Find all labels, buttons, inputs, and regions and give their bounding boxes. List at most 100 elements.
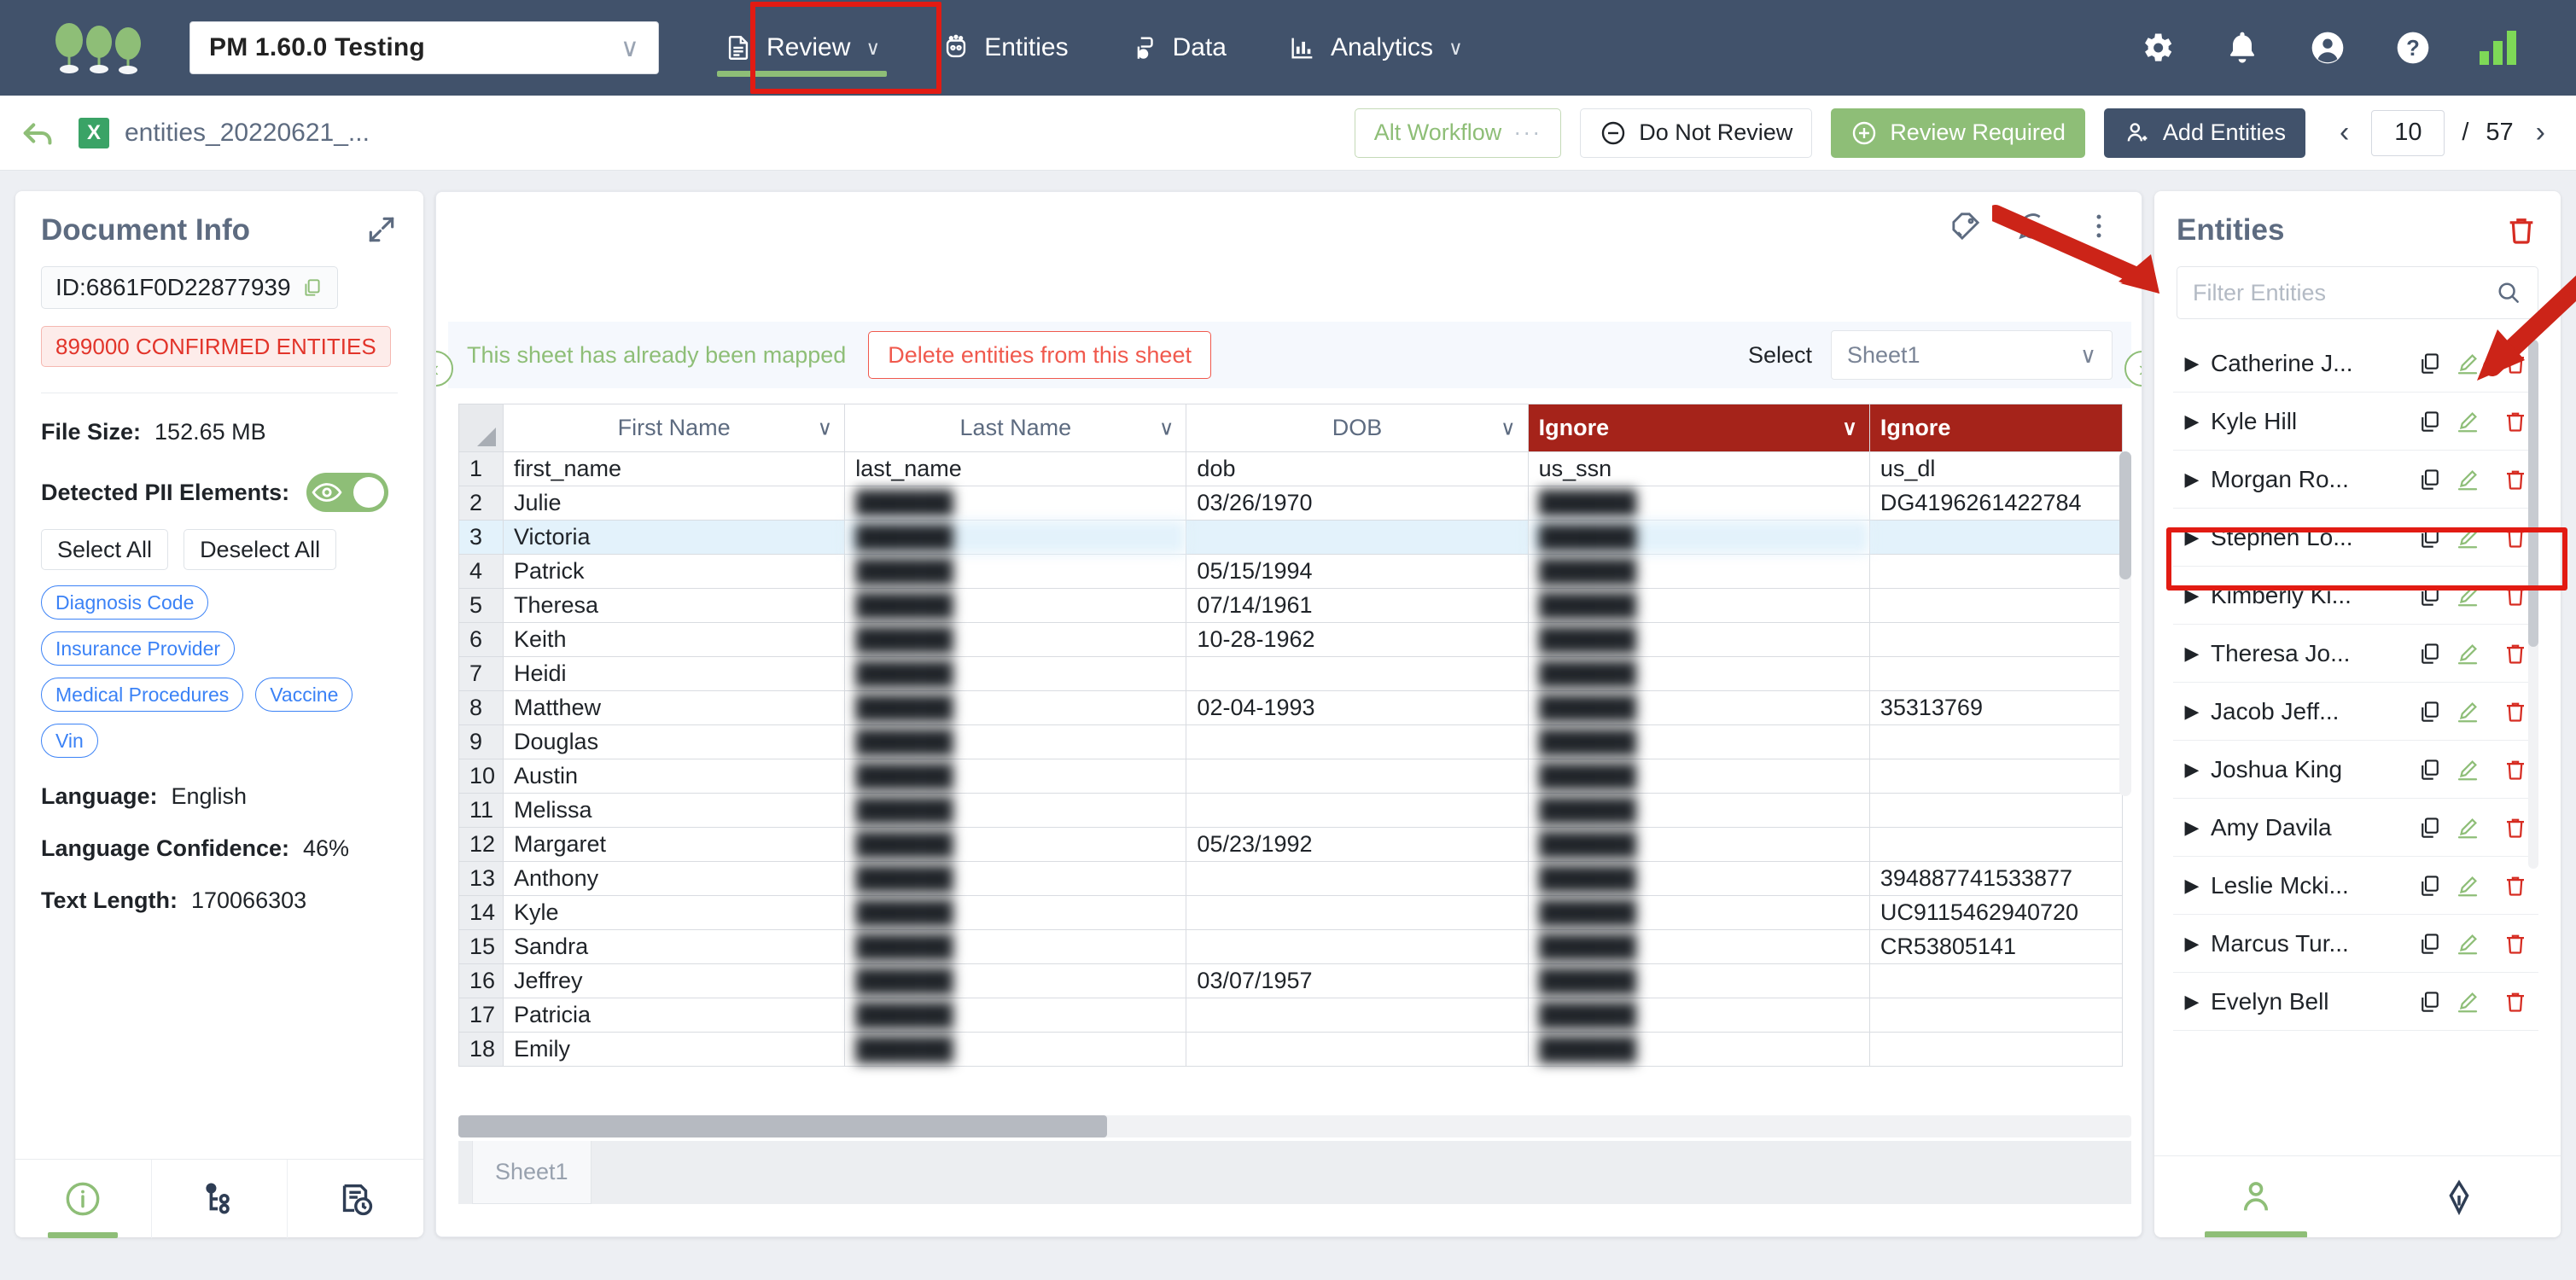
review-required-button[interactable]: Review Required — [1831, 108, 2085, 158]
sheet-tab-sheet1[interactable]: Sheet1 — [472, 1141, 592, 1204]
delete-entity-icon[interactable] — [2503, 757, 2528, 783]
entity-row[interactable]: ▶Stephen Lo... — [2173, 509, 2538, 567]
pii-tag[interactable]: Vin — [41, 724, 98, 758]
entity-row[interactable]: ▶Joshua King — [2173, 741, 2538, 799]
cell-first-name[interactable]: Austin — [504, 759, 845, 794]
delete-entity-icon[interactable] — [2503, 525, 2528, 550]
edit-pencil-icon[interactable] — [2455, 989, 2480, 1015]
cell-first-name[interactable]: first_name — [504, 452, 845, 486]
edit-pencil-icon[interactable] — [2455, 699, 2480, 724]
table-row[interactable]: 6Keith██████10-28-1962██████ — [459, 623, 2123, 657]
cell-dl[interactable] — [1869, 794, 2122, 828]
cell-first-name[interactable]: Anthony — [504, 862, 845, 896]
table-row[interactable]: 5Theresa██████07/14/1961██████ — [459, 589, 2123, 623]
cell-dob[interactable]: 03/26/1970 — [1186, 486, 1528, 521]
nav-item-data[interactable]: Data — [1099, 0, 1257, 96]
edit-pencil-icon[interactable] — [2455, 583, 2480, 608]
cell-last-name[interactable]: ██████ — [845, 862, 1186, 896]
spreadsheet-grid[interactable]: First Name ∨ Last Name ∨ DOB ∨ Ignore — [458, 404, 2131, 796]
scrollbar-thumb[interactable] — [458, 1115, 1107, 1137]
delete-all-entities-icon[interactable] — [2504, 213, 2538, 247]
row-index-cell[interactable]: 15 — [459, 930, 504, 964]
cell-dl[interactable]: 394887741533877 — [1869, 862, 2122, 896]
cell-dob[interactable] — [1186, 930, 1528, 964]
cell-ssn[interactable]: ██████ — [1528, 964, 1869, 998]
cell-dl[interactable] — [1869, 998, 2122, 1033]
cell-dl[interactable] — [1869, 964, 2122, 998]
expand-caret-icon[interactable]: ▶ — [2173, 759, 2211, 781]
delete-entity-icon[interactable] — [2503, 641, 2528, 666]
pii-tag[interactable]: Medical Procedures — [41, 678, 243, 712]
delete-entity-icon[interactable] — [2503, 931, 2528, 957]
entities-list[interactable]: ▶Catherine J...▶Kyle Hill▶Morgan Ro...▶S… — [2173, 335, 2538, 1155]
copy-icon[interactable] — [2417, 467, 2443, 492]
table-row[interactable]: 7Heidi████████████ — [459, 657, 2123, 691]
cell-dl[interactable] — [1869, 589, 2122, 623]
cell-last-name[interactable]: ██████ — [845, 896, 1186, 930]
row-index-cell[interactable]: 10 — [459, 759, 504, 794]
cell-dob[interactable]: 03/07/1957 — [1186, 964, 1528, 998]
cell-ssn[interactable]: ██████ — [1528, 657, 1869, 691]
cell-first-name[interactable]: Patricia — [504, 998, 845, 1033]
cell-first-name[interactable]: Margaret — [504, 828, 845, 862]
expand-caret-icon[interactable]: ▶ — [2173, 817, 2211, 839]
app-logo[interactable] — [48, 18, 150, 78]
edit-pencil-icon[interactable] — [2455, 467, 2480, 492]
horizontal-scrollbar[interactable] — [458, 1115, 2131, 1137]
cell-first-name[interactable]: Melissa — [504, 794, 845, 828]
entities-scrollbar[interactable] — [2528, 340, 2538, 869]
cell-dob[interactable]: 05/23/1992 — [1186, 828, 1528, 862]
row-index-cell[interactable]: 16 — [459, 964, 504, 998]
vertical-scrollbar[interactable] — [2119, 451, 2131, 796]
cell-dob[interactable]: 07/14/1961 — [1186, 589, 1528, 623]
cell-dl[interactable] — [1869, 759, 2122, 794]
cell-last-name[interactable]: ██████ — [845, 1033, 1186, 1067]
cell-first-name[interactable]: Patrick — [504, 555, 845, 589]
column-header-ignore-dl[interactable]: Ignore — [1869, 404, 2122, 452]
cell-ssn[interactable]: ██████ — [1528, 555, 1869, 589]
chevron-down-icon[interactable]: ∨ — [818, 416, 833, 440]
cell-last-name[interactable]: ██████ — [845, 964, 1186, 998]
chevron-down-icon[interactable]: ∨ — [1159, 416, 1174, 440]
cell-dob[interactable] — [1186, 657, 1528, 691]
gear-icon[interactable] — [2138, 29, 2176, 67]
pii-tag[interactable]: Vaccine — [255, 678, 353, 712]
cell-ssn[interactable]: ██████ — [1528, 725, 1869, 759]
row-index-cell[interactable]: 2 — [459, 486, 504, 521]
expand-caret-icon[interactable]: ▶ — [2173, 701, 2211, 723]
delete-entity-icon[interactable] — [2503, 583, 2528, 608]
table-row[interactable]: 18Emily████████████ — [459, 1033, 2123, 1067]
chevron-down-icon[interactable]: ∨ — [1842, 416, 1857, 440]
cell-dob[interactable]: 10-28-1962 — [1186, 623, 1528, 657]
entity-row[interactable]: ▶Amy Davila — [2173, 799, 2538, 857]
expand-caret-icon[interactable]: ▶ — [2173, 585, 2211, 607]
column-header-first-name[interactable]: First Name ∨ — [504, 404, 845, 452]
entity-row[interactable]: ▶Theresa Jo... — [2173, 625, 2538, 683]
cell-first-name[interactable]: Theresa — [504, 589, 845, 623]
edit-pencil-icon[interactable] — [2455, 815, 2480, 841]
pii-visibility-toggle[interactable] — [306, 473, 388, 512]
cell-dl[interactable]: us_dl — [1869, 452, 2122, 486]
copy-icon[interactable] — [301, 276, 323, 299]
delete-entity-icon[interactable] — [2503, 989, 2528, 1015]
cell-ssn[interactable]: ██████ — [1528, 486, 1869, 521]
cell-dob[interactable] — [1186, 759, 1528, 794]
table-row[interactable]: 17Patricia████████████ — [459, 998, 2123, 1033]
alt-workflow-button[interactable]: Alt Workflow ··· — [1355, 108, 1562, 158]
delete-entity-icon[interactable] — [2503, 467, 2528, 492]
pii-tag[interactable]: Insurance Provider — [41, 631, 235, 666]
table-row[interactable]: 10Austin████████████ — [459, 759, 2123, 794]
cell-first-name[interactable]: Matthew — [504, 691, 845, 725]
sidebar-tab-history[interactable] — [288, 1160, 423, 1238]
expand-caret-icon[interactable]: ▶ — [2173, 468, 2211, 491]
back-arrow-icon[interactable] — [19, 113, 58, 153]
cell-last-name[interactable]: ██████ — [845, 930, 1186, 964]
column-header-dob[interactable]: DOB ∨ — [1186, 404, 1528, 452]
bell-icon[interactable] — [2223, 29, 2261, 67]
cell-first-name[interactable]: Julie — [504, 486, 845, 521]
table-row[interactable]: 3Victoria████████████ — [459, 521, 2123, 555]
cell-first-name[interactable]: Kyle — [504, 896, 845, 930]
filter-entities-input[interactable] — [2193, 280, 2495, 306]
cell-dl[interactable] — [1869, 657, 2122, 691]
copy-icon[interactable] — [2417, 525, 2443, 550]
